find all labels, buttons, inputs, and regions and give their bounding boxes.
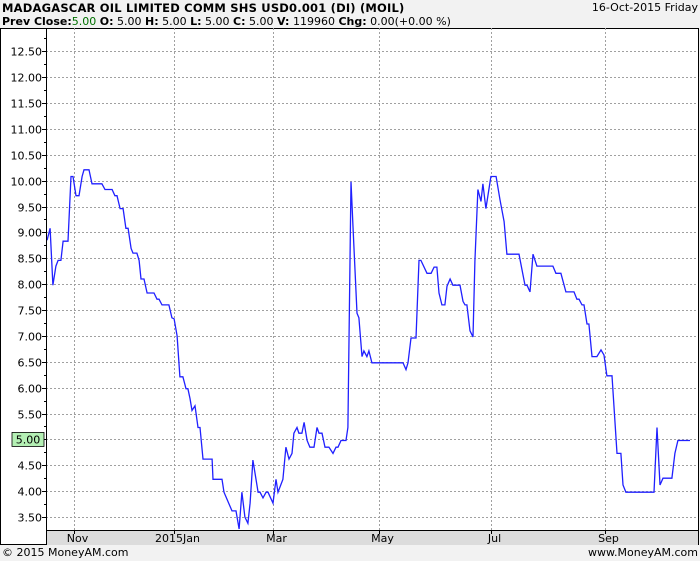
prev-close-value: 5.00 — [71, 15, 97, 28]
chart-date: 16-Oct-2015 Friday — [591, 1, 698, 14]
y-tick-label: 6.00 — [18, 383, 43, 396]
y-tick-label: 9.50 — [18, 202, 43, 215]
x-tick-label: Nov — [67, 532, 89, 545]
low-value: 5.00 — [205, 15, 230, 28]
site-link[interactable]: www.MoneyAM.com — [588, 546, 698, 559]
close-label: C: — [233, 15, 246, 28]
y-tick-label: 4.00 — [18, 486, 43, 499]
x-tick-label: May — [371, 532, 394, 545]
y-tick-label: 9.00 — [18, 227, 43, 240]
y-tick-label: 11.50 — [11, 98, 43, 111]
y-tick-label: 4.50 — [18, 460, 43, 473]
y-tick-label: 12.00 — [11, 72, 43, 85]
y-tick-label: 5.50 — [18, 409, 43, 422]
y-tick-label: 11.00 — [11, 124, 43, 137]
current-price-label: 5.00 — [16, 433, 41, 446]
change-value: 0.00(+0.00 %) — [370, 15, 451, 28]
y-tick-label: 8.00 — [18, 279, 43, 292]
x-tick-label: Mar — [266, 532, 287, 545]
y-tick-label: 10.00 — [11, 176, 43, 189]
y-tick-label: 12.50 — [11, 46, 43, 59]
y-tick-label: 6.50 — [18, 357, 43, 370]
x-tick-label: 2015Jan — [155, 532, 200, 545]
x-tick-label: Jul — [487, 532, 501, 545]
x-tick-label: Sep — [598, 532, 619, 545]
close-value: 5.00 — [249, 15, 274, 28]
low-label: L: — [190, 15, 202, 28]
change-label: Chg: — [338, 15, 367, 28]
price-chart: 3.50 4.00 4.50 5.00 5.50 6.00 6.50 7.00 7.50 8.00… — [0, 28, 699, 545]
y-tick-label: 8.50 — [18, 253, 43, 266]
high-label: H: — [145, 15, 159, 28]
prev-close-label: Prev Close: — [2, 15, 72, 28]
volume-label: V: — [277, 15, 290, 28]
y-tick-label: 3.50 — [18, 512, 43, 525]
y-tick-label: 7.50 — [18, 305, 43, 318]
volume-value: 119960 — [292, 15, 335, 28]
y-tick-label: 7.00 — [18, 331, 43, 344]
high-value: 5.00 — [162, 15, 187, 28]
chart-title: MADAGASCAR OIL LIMITED COMM SHS USD0.001… — [2, 1, 405, 15]
open-label: O: — [99, 15, 114, 28]
current-price-badge: 5.00 — [11, 432, 45, 447]
open-value: 5.00 — [117, 15, 142, 28]
quote-summary: Prev Close:5.00 O: 5.00 H: 5.00 L: 5.00 … — [2, 15, 451, 28]
copyright: © 2015 MoneyAM.com — [2, 546, 129, 559]
y-tick-label: 10.50 — [11, 150, 43, 163]
